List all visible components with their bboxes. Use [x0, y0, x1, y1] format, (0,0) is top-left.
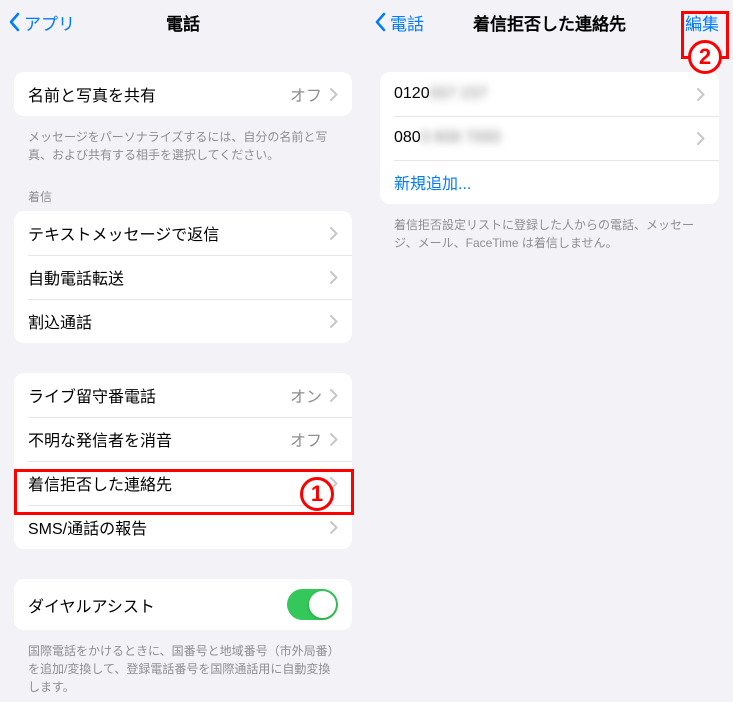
chevron-right-icon [697, 132, 705, 145]
row-label: 自動電話転送 [28, 265, 330, 289]
back-label: アプリ [24, 10, 75, 35]
add-new-contact-row[interactable]: 新規追加... [380, 160, 719, 204]
row-label: 名前と写真を共有 [28, 82, 290, 106]
chevron-right-icon [330, 315, 338, 328]
chevron-right-icon [330, 477, 338, 490]
dial-assist-toggle[interactable] [287, 589, 338, 620]
row-text-reply[interactable]: テキストメッセージで返信 [14, 211, 352, 255]
row-label: ライブ留守番電話 [28, 383, 290, 407]
row-value: オン [290, 383, 322, 407]
group-blocked-list: 0120007 237 0800 808 7000 新規追加... [380, 72, 719, 204]
back-button[interactable]: アプリ [0, 10, 75, 35]
blocked-contact-row[interactable]: 0800 808 7000 [380, 116, 719, 160]
add-new-label: 新規追加... [394, 170, 705, 194]
group-dial-assist: ダイヤルアシスト [14, 579, 352, 630]
chevron-left-icon [8, 12, 20, 32]
row-live-voicemail[interactable]: ライブ留守番電話 オン [14, 373, 352, 417]
chevron-right-icon [330, 88, 338, 101]
chevron-right-icon [697, 88, 705, 101]
row-label: SMS/通話の報告 [28, 515, 330, 539]
row-label: 不明な発信者を消音 [28, 427, 290, 451]
row-call-forwarding[interactable]: 自動電話転送 [14, 255, 352, 299]
group-incoming: テキストメッセージで返信 自動電話転送 割込通話 [14, 211, 352, 343]
blocked-contacts-screen: 電話 着信拒否した連絡先 編集 0120007 237 0800 808 700… [366, 0, 733, 702]
row-label: 割込通話 [28, 309, 330, 333]
row-sms-call-report[interactable]: SMS/通話の報告 [14, 505, 352, 549]
row-call-waiting[interactable]: 割込通話 [14, 299, 352, 343]
chevron-right-icon [330, 389, 338, 402]
group-share: 名前と写真を共有 オフ [14, 72, 352, 116]
content-right: 0120007 237 0800 808 7000 新規追加... 着信拒否設定… [366, 44, 733, 702]
share-footer: メッセージをパーソナライズするには、自分の名前と写真、および共有する相手を選択し… [0, 128, 366, 182]
edit-button[interactable]: 編集 [685, 10, 733, 35]
blocked-footer: 着信拒否設定リストに登録した人からの電話、メッセージ、メール、FaceTime … [366, 216, 733, 270]
row-share-name-photo[interactable]: 名前と写真を共有 オフ [14, 72, 352, 116]
row-silence-unknown[interactable]: 不明な発信者を消音 オフ [14, 417, 352, 461]
chevron-right-icon [330, 521, 338, 534]
settings-phone-screen: アプリ 電話 名前と写真を共有 オフ メッセージをパーソナライズするには、自分の… [0, 0, 366, 702]
content-left: 名前と写真を共有 オフ メッセージをパーソナライズするには、自分の名前と写真、お… [0, 44, 366, 702]
back-label: 電話 [390, 10, 424, 35]
chevron-right-icon [330, 271, 338, 284]
group-misc: ライブ留守番電話 オン 不明な発信者を消音 オフ 着信拒否した連絡先 SMS/通… [14, 373, 352, 549]
switch-knob [309, 591, 336, 618]
chevron-left-icon [374, 12, 386, 32]
blocked-contact-row[interactable]: 0120007 237 [380, 72, 719, 116]
back-button[interactable]: 電話 [366, 10, 424, 35]
chevron-right-icon [330, 227, 338, 240]
row-label: テキストメッセージで返信 [28, 221, 330, 245]
navbar-right: 電話 着信拒否した連絡先 編集 [366, 0, 733, 44]
row-label: 着信拒否した連絡先 [28, 471, 330, 495]
incoming-header: 着信 [0, 182, 366, 211]
dial-assist-footer: 国際電話をかけるときに、国番号と地域番号（市外局番）を追加/変換して、登録電話番… [0, 642, 366, 702]
row-blocked-contacts[interactable]: 着信拒否した連絡先 [14, 461, 352, 505]
navbar-left: アプリ 電話 [0, 0, 366, 44]
row-value: オフ [290, 82, 322, 106]
chevron-right-icon [330, 433, 338, 446]
row-dial-assist: ダイヤルアシスト [14, 579, 352, 630]
row-label: ダイヤルアシスト [28, 593, 287, 617]
blocked-number: 0120007 237 [394, 85, 697, 103]
row-value: オフ [290, 427, 322, 451]
blocked-number: 0800 808 7000 [394, 129, 697, 147]
